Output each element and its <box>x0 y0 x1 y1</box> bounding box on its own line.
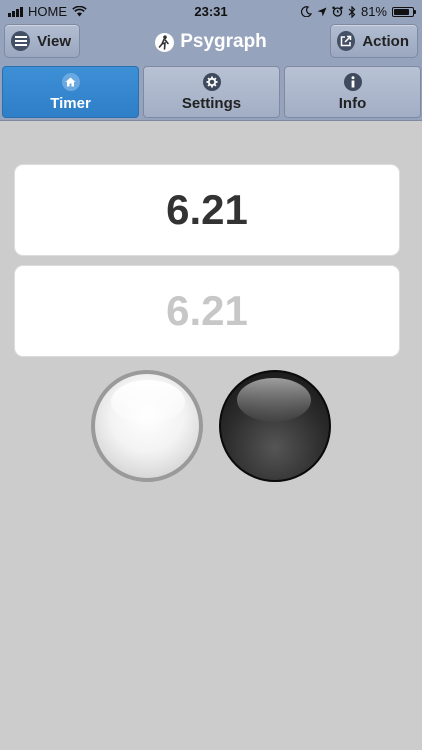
action-button[interactable]: Action <box>330 24 418 58</box>
tab-timer[interactable]: Timer <box>2 66 139 118</box>
bluetooth-icon <box>348 5 356 18</box>
tab-timer-label: Timer <box>50 94 91 112</box>
tab-bar: Timer Settings Info <box>0 64 422 121</box>
status-left: HOME <box>8 4 87 19</box>
alarm-icon <box>332 6 343 17</box>
home-icon <box>61 72 80 91</box>
battery-icon <box>392 6 416 17</box>
action-button-label: Action <box>362 32 409 50</box>
carrier-name: HOME <box>28 4 67 19</box>
timer-display: 6.21 <box>14 164 400 256</box>
black-ball-shine <box>237 378 311 422</box>
gear-icon <box>202 72 221 91</box>
share-icon <box>337 31 356 51</box>
white-ball-shine <box>111 380 185 424</box>
tab-info[interactable]: Info <box>284 66 421 118</box>
black-ball-button[interactable] <box>219 370 331 482</box>
app-title-text: Psygraph <box>180 31 267 52</box>
header-bar: View Psygraph Action <box>0 22 422 64</box>
psygraph-logo-icon <box>155 32 175 52</box>
wifi-icon <box>72 6 87 17</box>
location-arrow-icon <box>317 7 327 16</box>
battery-percent: 81% <box>360 4 387 19</box>
signal-icon <box>8 6 23 17</box>
status-bar: HOME 23:31 81% <box>0 0 422 22</box>
tab-info-label: Info <box>338 94 367 112</box>
info-icon <box>343 72 362 91</box>
timer-echo-display: 6.21 <box>14 265 400 357</box>
tab-settings[interactable]: Settings <box>143 66 280 118</box>
status-right: 81% <box>300 4 416 19</box>
moon-icon <box>300 6 312 17</box>
white-ball-button[interactable] <box>91 370 203 482</box>
tab-settings-label: Settings <box>181 94 242 112</box>
